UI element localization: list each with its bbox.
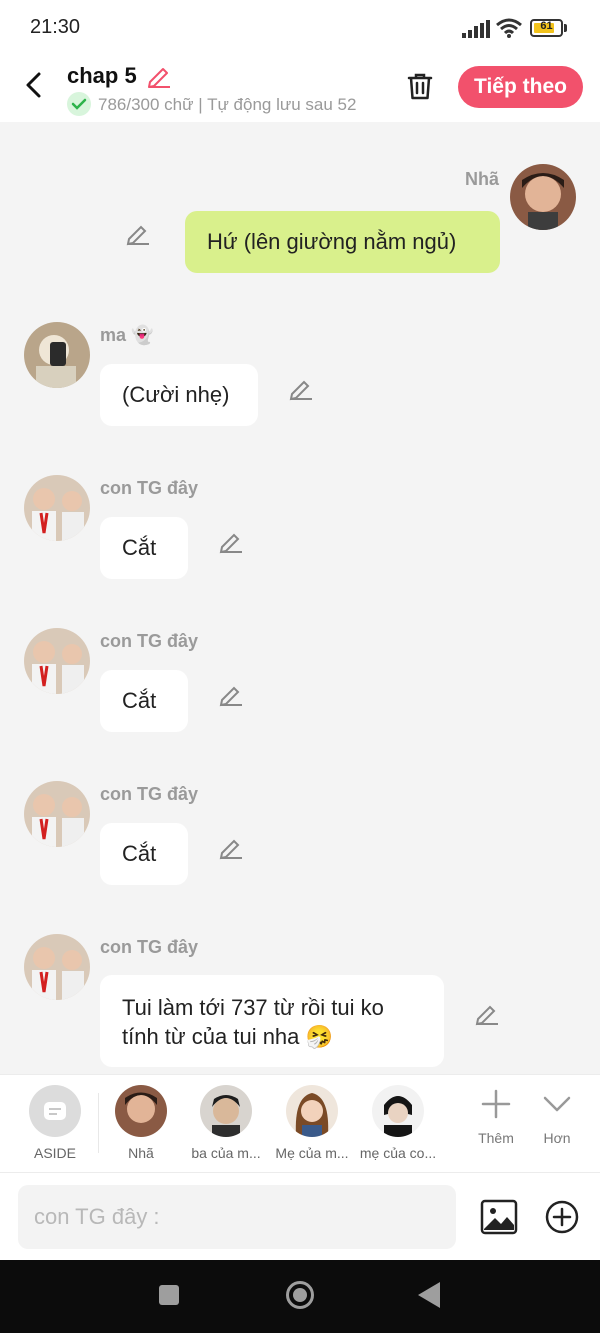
status-bar: 21:30 61 bbox=[0, 0, 600, 58]
avatar[interactable] bbox=[24, 628, 90, 694]
message-input[interactable] bbox=[18, 1185, 456, 1249]
expand-label: Hơn bbox=[543, 1130, 571, 1146]
sender-name: Nhã bbox=[465, 169, 500, 189]
message-text: Tui làm tới 737 từ rồi tui ko tính từ củ… bbox=[122, 995, 384, 1049]
battery-level: 61 bbox=[540, 20, 553, 32]
character-label: ba của m... bbox=[191, 1145, 261, 1161]
recent-apps-icon[interactable] bbox=[159, 1285, 179, 1305]
edit-message-icon[interactable] bbox=[288, 375, 314, 401]
message-text: Cắt bbox=[122, 688, 157, 713]
message-text: Cắt bbox=[122, 841, 157, 866]
character-nha[interactable]: Nhã bbox=[96, 1085, 186, 1161]
avatar[interactable] bbox=[24, 322, 90, 388]
avatar[interactable] bbox=[24, 934, 90, 1000]
character-label: Nhã bbox=[128, 1145, 154, 1161]
plus-icon bbox=[481, 1089, 511, 1119]
saved-check-icon bbox=[67, 92, 91, 116]
chat-area[interactable]: Nhã Hứ (lên giường nằm ngủ) ma 👻 (Cười n… bbox=[0, 122, 600, 1074]
message-bubble[interactable]: Cắt bbox=[100, 517, 188, 579]
system-nav-bar bbox=[0, 1260, 600, 1333]
add-label: Thêm bbox=[478, 1130, 514, 1146]
character-label: Mẹ của m... bbox=[275, 1145, 349, 1161]
avatar[interactable] bbox=[24, 781, 90, 847]
sender-name: con TG đây bbox=[100, 631, 199, 651]
message-bubble[interactable]: Hứ (lên giường nằm ngủ) bbox=[185, 211, 500, 273]
character-me-2[interactable]: mẹ của co... bbox=[353, 1085, 443, 1161]
trash-icon[interactable] bbox=[404, 70, 436, 102]
avatar bbox=[286, 1085, 338, 1137]
chapter-title[interactable]: chap 5 bbox=[67, 63, 137, 89]
editor-header: chap 5 786/300 chữ | Tự động lưu sau 52 … bbox=[0, 58, 600, 122]
message-text: Cắt bbox=[122, 535, 157, 560]
sender-name: con TG đây bbox=[100, 478, 199, 498]
avatar[interactable] bbox=[24, 475, 90, 541]
avatar bbox=[372, 1085, 424, 1137]
sender-name: ma 👻 bbox=[100, 325, 154, 345]
status-time: 21:30 bbox=[30, 16, 81, 38]
character-label: mẹ của co... bbox=[359, 1145, 437, 1161]
home-icon[interactable] bbox=[286, 1281, 314, 1309]
edit-message-icon[interactable] bbox=[218, 834, 244, 860]
edit-message-icon[interactable] bbox=[218, 681, 244, 707]
word-count-status: 786/300 chữ | Tự động lưu sau 52 bbox=[98, 95, 357, 114]
chevron-down-icon bbox=[543, 1096, 571, 1112]
avatar bbox=[200, 1085, 252, 1137]
battery-icon: 61 bbox=[530, 19, 568, 37]
edit-message-icon[interactable] bbox=[218, 528, 244, 554]
edit-message-icon[interactable] bbox=[474, 1000, 500, 1026]
edit-message-icon[interactable] bbox=[125, 220, 151, 246]
wifi-icon bbox=[496, 18, 522, 38]
character-aside[interactable]: ASIDE bbox=[10, 1085, 100, 1161]
message-text: Hứ (lên giường nằm ngủ) bbox=[207, 229, 457, 254]
message-bubble[interactable]: Cắt bbox=[100, 670, 188, 732]
avatar bbox=[115, 1085, 167, 1137]
sender-name: con TG đây bbox=[100, 784, 199, 804]
expand-button[interactable]: Hơn bbox=[527, 1089, 587, 1146]
image-icon[interactable] bbox=[480, 1199, 518, 1235]
avatar[interactable] bbox=[510, 164, 576, 230]
back-icon[interactable] bbox=[22, 70, 46, 100]
character-bar: ASIDE Nhã ba của m... Mẹ của m... mẹ của… bbox=[0, 1074, 600, 1172]
message-text: (Cười nhẹ) bbox=[122, 382, 230, 407]
edit-title-icon[interactable] bbox=[146, 64, 172, 88]
next-button[interactable]: Tiếp theo bbox=[458, 66, 583, 108]
nav-back-icon[interactable] bbox=[418, 1282, 440, 1308]
message-bubble[interactable]: Tui làm tới 737 từ rồi tui ko tính từ củ… bbox=[100, 975, 444, 1067]
sender-name: con TG đây bbox=[100, 937, 199, 957]
add-circle-icon[interactable] bbox=[545, 1200, 579, 1234]
input-bar bbox=[0, 1172, 600, 1260]
add-character-button[interactable]: Thêm bbox=[466, 1089, 526, 1146]
character-ba[interactable]: ba của m... bbox=[181, 1085, 271, 1161]
character-label: ASIDE bbox=[33, 1145, 76, 1161]
signal-icon bbox=[462, 20, 490, 38]
message-bubble[interactable]: Cắt bbox=[100, 823, 188, 885]
aside-icon bbox=[29, 1085, 81, 1137]
character-me-1[interactable]: Mẹ của m... bbox=[267, 1085, 357, 1161]
message-bubble[interactable]: (Cười nhẹ) bbox=[100, 364, 258, 426]
